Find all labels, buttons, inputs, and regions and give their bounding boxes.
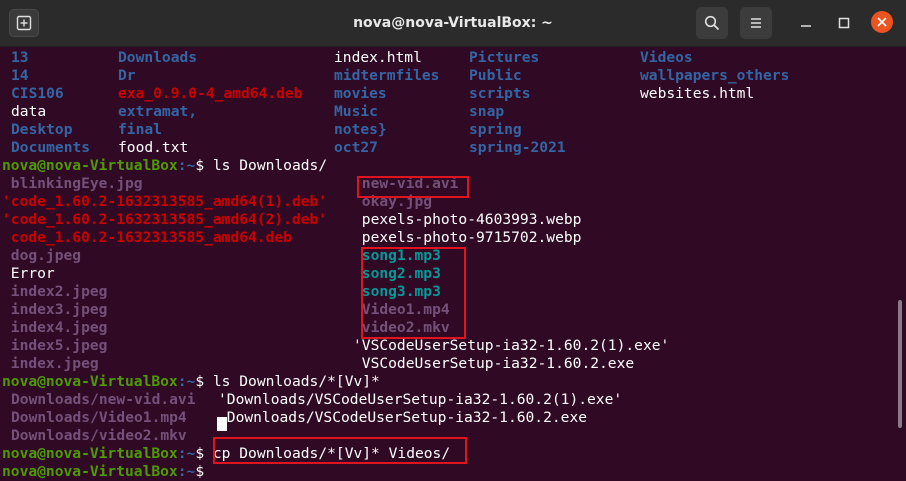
- file-entry: movies: [334, 85, 387, 102]
- file-entry: Downloads/video2.mkv: [11, 427, 187, 444]
- file-entry: 13: [11, 49, 29, 66]
- file-entry: Downloads/new-vid.avi: [11, 391, 196, 408]
- terminal-window: nova@nova-VirtualBox: ~ 13 Downloads ind…: [0, 0, 906, 481]
- file-entry: Downloads/Video1.mp4: [11, 409, 187, 426]
- prompt-path: :~: [177, 445, 196, 462]
- file-entry: blinkingEye.jpg: [2, 175, 143, 192]
- file-entry: index5.jpeg: [2, 337, 108, 354]
- prompt-symbol: $: [195, 463, 205, 480]
- file-entry: index4.jpeg: [2, 319, 108, 336]
- prompt-symbol: $: [195, 373, 205, 390]
- search-icon: [704, 15, 720, 31]
- file-entry: Documents: [11, 139, 91, 156]
- file-entry: scripts: [469, 85, 531, 102]
- close-button[interactable]: [871, 11, 893, 33]
- prompt-symbol: $: [195, 445, 205, 462]
- text-cursor: [217, 417, 227, 431]
- prompt-line: nova@nova-VirtualBox:~$: [2, 463, 204, 481]
- scrollbar-thumb[interactable]: [898, 300, 902, 428]
- file-entry: 'code_1.60.2-1632313585_amd64(1).deb': [2, 193, 328, 210]
- file-entry: pexels-photo-4603993.webp: [353, 211, 582, 228]
- highlight-box-media-files: [361, 247, 466, 339]
- file-entry: extramat,: [118, 103, 198, 120]
- file-entry: CIS106: [11, 85, 64, 102]
- prompt-line: nova@nova-VirtualBox:~$ ls Downloads/*[V…: [2, 373, 380, 391]
- prompt-path: :~: [177, 157, 196, 174]
- file-entry: Dr: [118, 67, 136, 84]
- file-entry: notes}: [334, 121, 387, 138]
- minimize-button[interactable]: [794, 11, 818, 35]
- menu-button[interactable]: [740, 7, 772, 39]
- command-text: ls Downloads/*[Vv]*: [204, 373, 380, 390]
- hamburger-menu-icon: [751, 18, 761, 28]
- file-entry: pexels-photo-9715702.webp: [353, 229, 582, 246]
- file-entry: Videos: [640, 49, 693, 66]
- file-entry: midtermfiles: [334, 67, 440, 84]
- file-entry: VSCodeUserSetup-ia32-1.60.2.exe: [353, 355, 635, 372]
- file-entry: index.jpeg: [2, 355, 99, 372]
- file-entry: wallpapers_others: [640, 67, 790, 84]
- file-entry: Pictures: [469, 49, 540, 66]
- file-entry: index2.jpeg: [2, 283, 108, 300]
- prompt-user-host: nova@nova-VirtualBox: [2, 463, 178, 480]
- file-entry: spring-2021: [469, 139, 566, 156]
- title-bar: nova@nova-VirtualBox: ~: [0, 0, 906, 47]
- search-button[interactable]: [696, 7, 728, 39]
- prompt-user-host: nova@nova-VirtualBox: [2, 373, 178, 390]
- maximize-button[interactable]: [832, 11, 856, 35]
- prompt-user-host: nova@nova-VirtualBox: [2, 157, 178, 174]
- file-entry: 'VSCodeUserSetup-ia32-1.60.2(1).exe': [353, 337, 670, 354]
- prompt-path: :~: [177, 373, 196, 390]
- file-entry: Error: [2, 265, 55, 282]
- file-entry: exa_0.9.0-4_amd64.deb: [118, 85, 303, 102]
- file-entry: final: [118, 121, 162, 138]
- file-entry: Public: [469, 67, 522, 84]
- maximize-icon: [838, 17, 850, 29]
- file-entry: 14: [11, 67, 29, 84]
- file-entry: index.html: [334, 49, 422, 66]
- prompt-symbol: $: [195, 157, 205, 174]
- file-entry: code_1.60.2-1632313585_amd64.deb: [2, 229, 292, 246]
- file-entry: data: [11, 103, 47, 120]
- minimize-icon: [801, 25, 811, 27]
- file-entry: 'code_1.60.2-1632313585_amd64(2).deb': [2, 211, 328, 228]
- file-entry: Music: [334, 103, 378, 120]
- file-entry: snap: [469, 103, 505, 120]
- prompt-path: :~: [177, 463, 196, 480]
- file-entry: 'Downloads/VSCodeUserSetup-ia32-1.60.2(1…: [218, 391, 623, 408]
- file-entry: oct27: [334, 139, 378, 156]
- file-entry: food.txt: [118, 139, 189, 156]
- prompt-user-host: nova@nova-VirtualBox: [2, 445, 178, 462]
- file-entry: Downloads/VSCodeUserSetup-ia32-1.60.2.ex…: [218, 409, 588, 426]
- prompt-line: nova@nova-VirtualBox:~$ ls Downloads/: [2, 157, 327, 175]
- file-entry: websites.html: [640, 85, 755, 102]
- file-entry: Downloads: [118, 49, 198, 66]
- highlight-box-cp-command: [213, 437, 467, 464]
- command-text: ls Downloads/: [204, 157, 328, 174]
- file-entry: dog.jpeg: [2, 247, 82, 264]
- file-entry: spring: [469, 121, 522, 138]
- file-entry: Desktop: [11, 121, 73, 138]
- file-entry: index3.jpeg: [2, 301, 108, 318]
- close-icon: [877, 17, 887, 27]
- highlight-box-new-vid: [357, 176, 469, 198]
